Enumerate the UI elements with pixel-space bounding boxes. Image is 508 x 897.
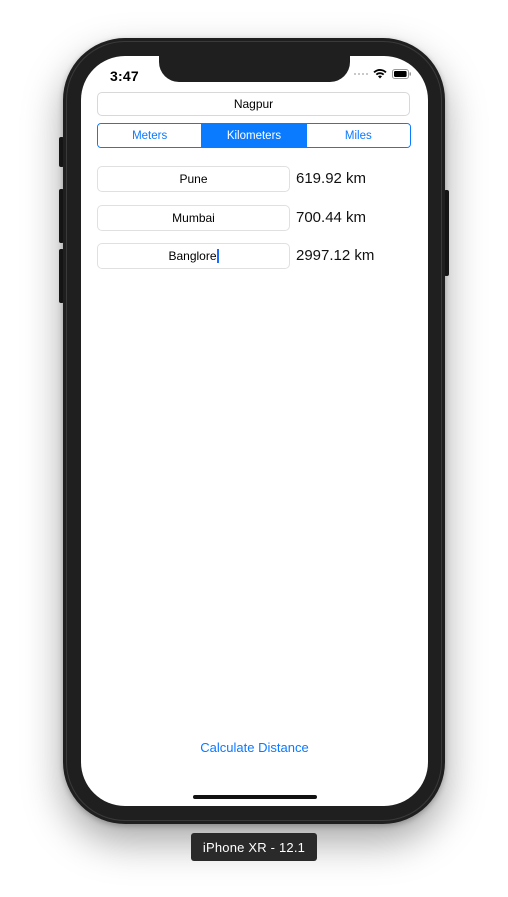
segment-kilometers[interactable]: Kilometers	[202, 124, 307, 147]
distance-label-pune: 619.92 km	[296, 170, 367, 187]
signal-icon	[353, 72, 368, 76]
simulator-device-label: iPhone XR - 12.1	[191, 833, 317, 861]
app-screen: 3:47 Nagpur Meters Kilometers Miles Pune…	[81, 56, 428, 806]
home-indicator[interactable]	[193, 795, 317, 799]
segment-meters[interactable]: Meters	[98, 124, 203, 147]
distance-label-mumbai: 700.44 km	[296, 209, 367, 226]
status-icons	[353, 69, 413, 79]
calculate-distance-button[interactable]: Calculate Distance	[81, 740, 428, 755]
origin-city-field[interactable]: Nagpur	[97, 92, 410, 116]
segment-miles[interactable]: Miles	[306, 124, 410, 147]
unit-segmented-control[interactable]: Meters Kilometers Miles	[97, 123, 411, 148]
destination-field-banglore[interactable]: Banglore	[97, 243, 290, 269]
destination-field-pune[interactable]: Pune	[97, 166, 290, 192]
text-cursor	[216, 249, 219, 263]
wifi-icon	[373, 69, 387, 79]
destination-field-mumbai[interactable]: Mumbai	[97, 205, 290, 231]
simulator-stage: 3:47 Nagpur Meters Kilometers Miles Pune…	[0, 0, 508, 897]
status-time: 3:47	[110, 68, 139, 84]
distance-label-banglore: 2997.12 km	[296, 247, 375, 264]
notch	[159, 56, 350, 82]
battery-icon	[392, 69, 412, 79]
destination-field-banglore-text: Banglore	[168, 249, 217, 263]
